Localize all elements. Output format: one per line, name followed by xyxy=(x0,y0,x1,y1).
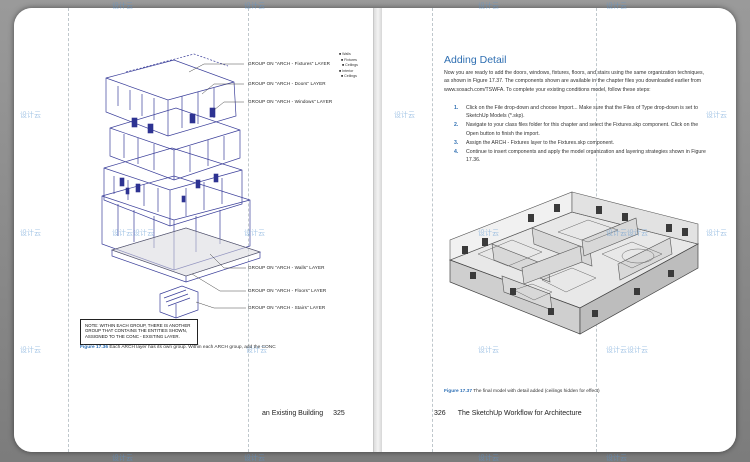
callout-doors: GROUP ON "ARCH - Doors" LAYER xyxy=(248,81,326,86)
legend-item: Interior xyxy=(342,68,354,73)
building-model-render xyxy=(448,191,700,335)
watermark: 设计云 xyxy=(606,455,627,462)
figure-caption: Figure 17.37 The final model with detail… xyxy=(444,389,600,394)
viewer-frame: GROUP ON "ARCH - Fixtures" LAYER GROUP O… xyxy=(0,0,750,462)
callout-stairs: GROUP ON "ARCH - Stairs" LAYER xyxy=(248,305,326,310)
watermark: 设计云 xyxy=(244,230,265,237)
figure-label: Figure 17.36 xyxy=(80,345,108,350)
watermark: 设计云 xyxy=(244,3,265,10)
callout-fixtures: GROUP ON "ARCH - Fixtures" LAYER xyxy=(248,61,331,66)
watermark: 设计云 xyxy=(478,3,499,10)
callout-walls: GROUP ON "ARCH - Walls" LAYER xyxy=(248,265,325,270)
page-number: 326 xyxy=(434,410,446,417)
page-footer: 326 The SketchUp Workflow for Architectur… xyxy=(434,410,582,417)
callout-floors: GROUP ON "ARCH - Floors" LAYER xyxy=(248,288,327,293)
watermark: 设计云 xyxy=(112,3,133,10)
legend-item: Fixtures xyxy=(344,57,357,62)
book-gutter xyxy=(374,8,382,452)
page-footer: an Existing Building 325 xyxy=(262,410,345,417)
watermark: 设计云 xyxy=(606,3,627,10)
watermark: 设计云 xyxy=(244,455,265,462)
watermark: 设计云 xyxy=(478,347,499,354)
watermark: 设计云 xyxy=(246,347,267,354)
running-footer: an Existing Building xyxy=(262,410,324,417)
watermark: 设计云 xyxy=(20,347,41,354)
watermark: 设计云设计云 xyxy=(606,347,648,354)
exploded-axonometric-diagram xyxy=(101,53,262,319)
watermark: 设计云 xyxy=(112,455,133,462)
callout-windows: GROUP ON "ARCH - Windows" LAYER xyxy=(248,99,333,104)
left-page: GROUP ON "ARCH - Fixtures" LAYER GROUP O… xyxy=(14,8,374,452)
legend-item: Walls xyxy=(342,52,351,56)
figure-label: Figure 17.37 xyxy=(444,389,472,394)
page-number: 325 xyxy=(333,410,345,417)
legend-item: Ceilings xyxy=(344,74,357,78)
watermark: 设计云设计云 xyxy=(606,230,648,237)
right-page: Adding Detail Now you are ready to add t… xyxy=(382,8,736,452)
caption-text: The final model with detail added (ceili… xyxy=(473,389,600,394)
running-footer: The SketchUp Workflow for Architecture xyxy=(457,410,582,417)
watermark: 设计云设计云 xyxy=(112,230,154,237)
layer-legend: ■ Walls ■ Fixtures ■ Ceilings ■ Interior… xyxy=(339,52,358,78)
legend-item: Ceilings xyxy=(345,63,358,67)
watermark: 设计云 xyxy=(20,112,41,119)
watermark: 设计云 xyxy=(394,112,415,119)
watermark: 设计云 xyxy=(478,230,499,237)
watermark: 设计云 xyxy=(20,230,41,237)
diagram-note: NOTE: WITHIN EACH GROUP, THERE IS ANOTHE… xyxy=(80,319,198,345)
watermark: 设计云 xyxy=(706,230,727,237)
watermark: 设计云 xyxy=(478,455,499,462)
watermark: 设计云 xyxy=(706,112,727,119)
